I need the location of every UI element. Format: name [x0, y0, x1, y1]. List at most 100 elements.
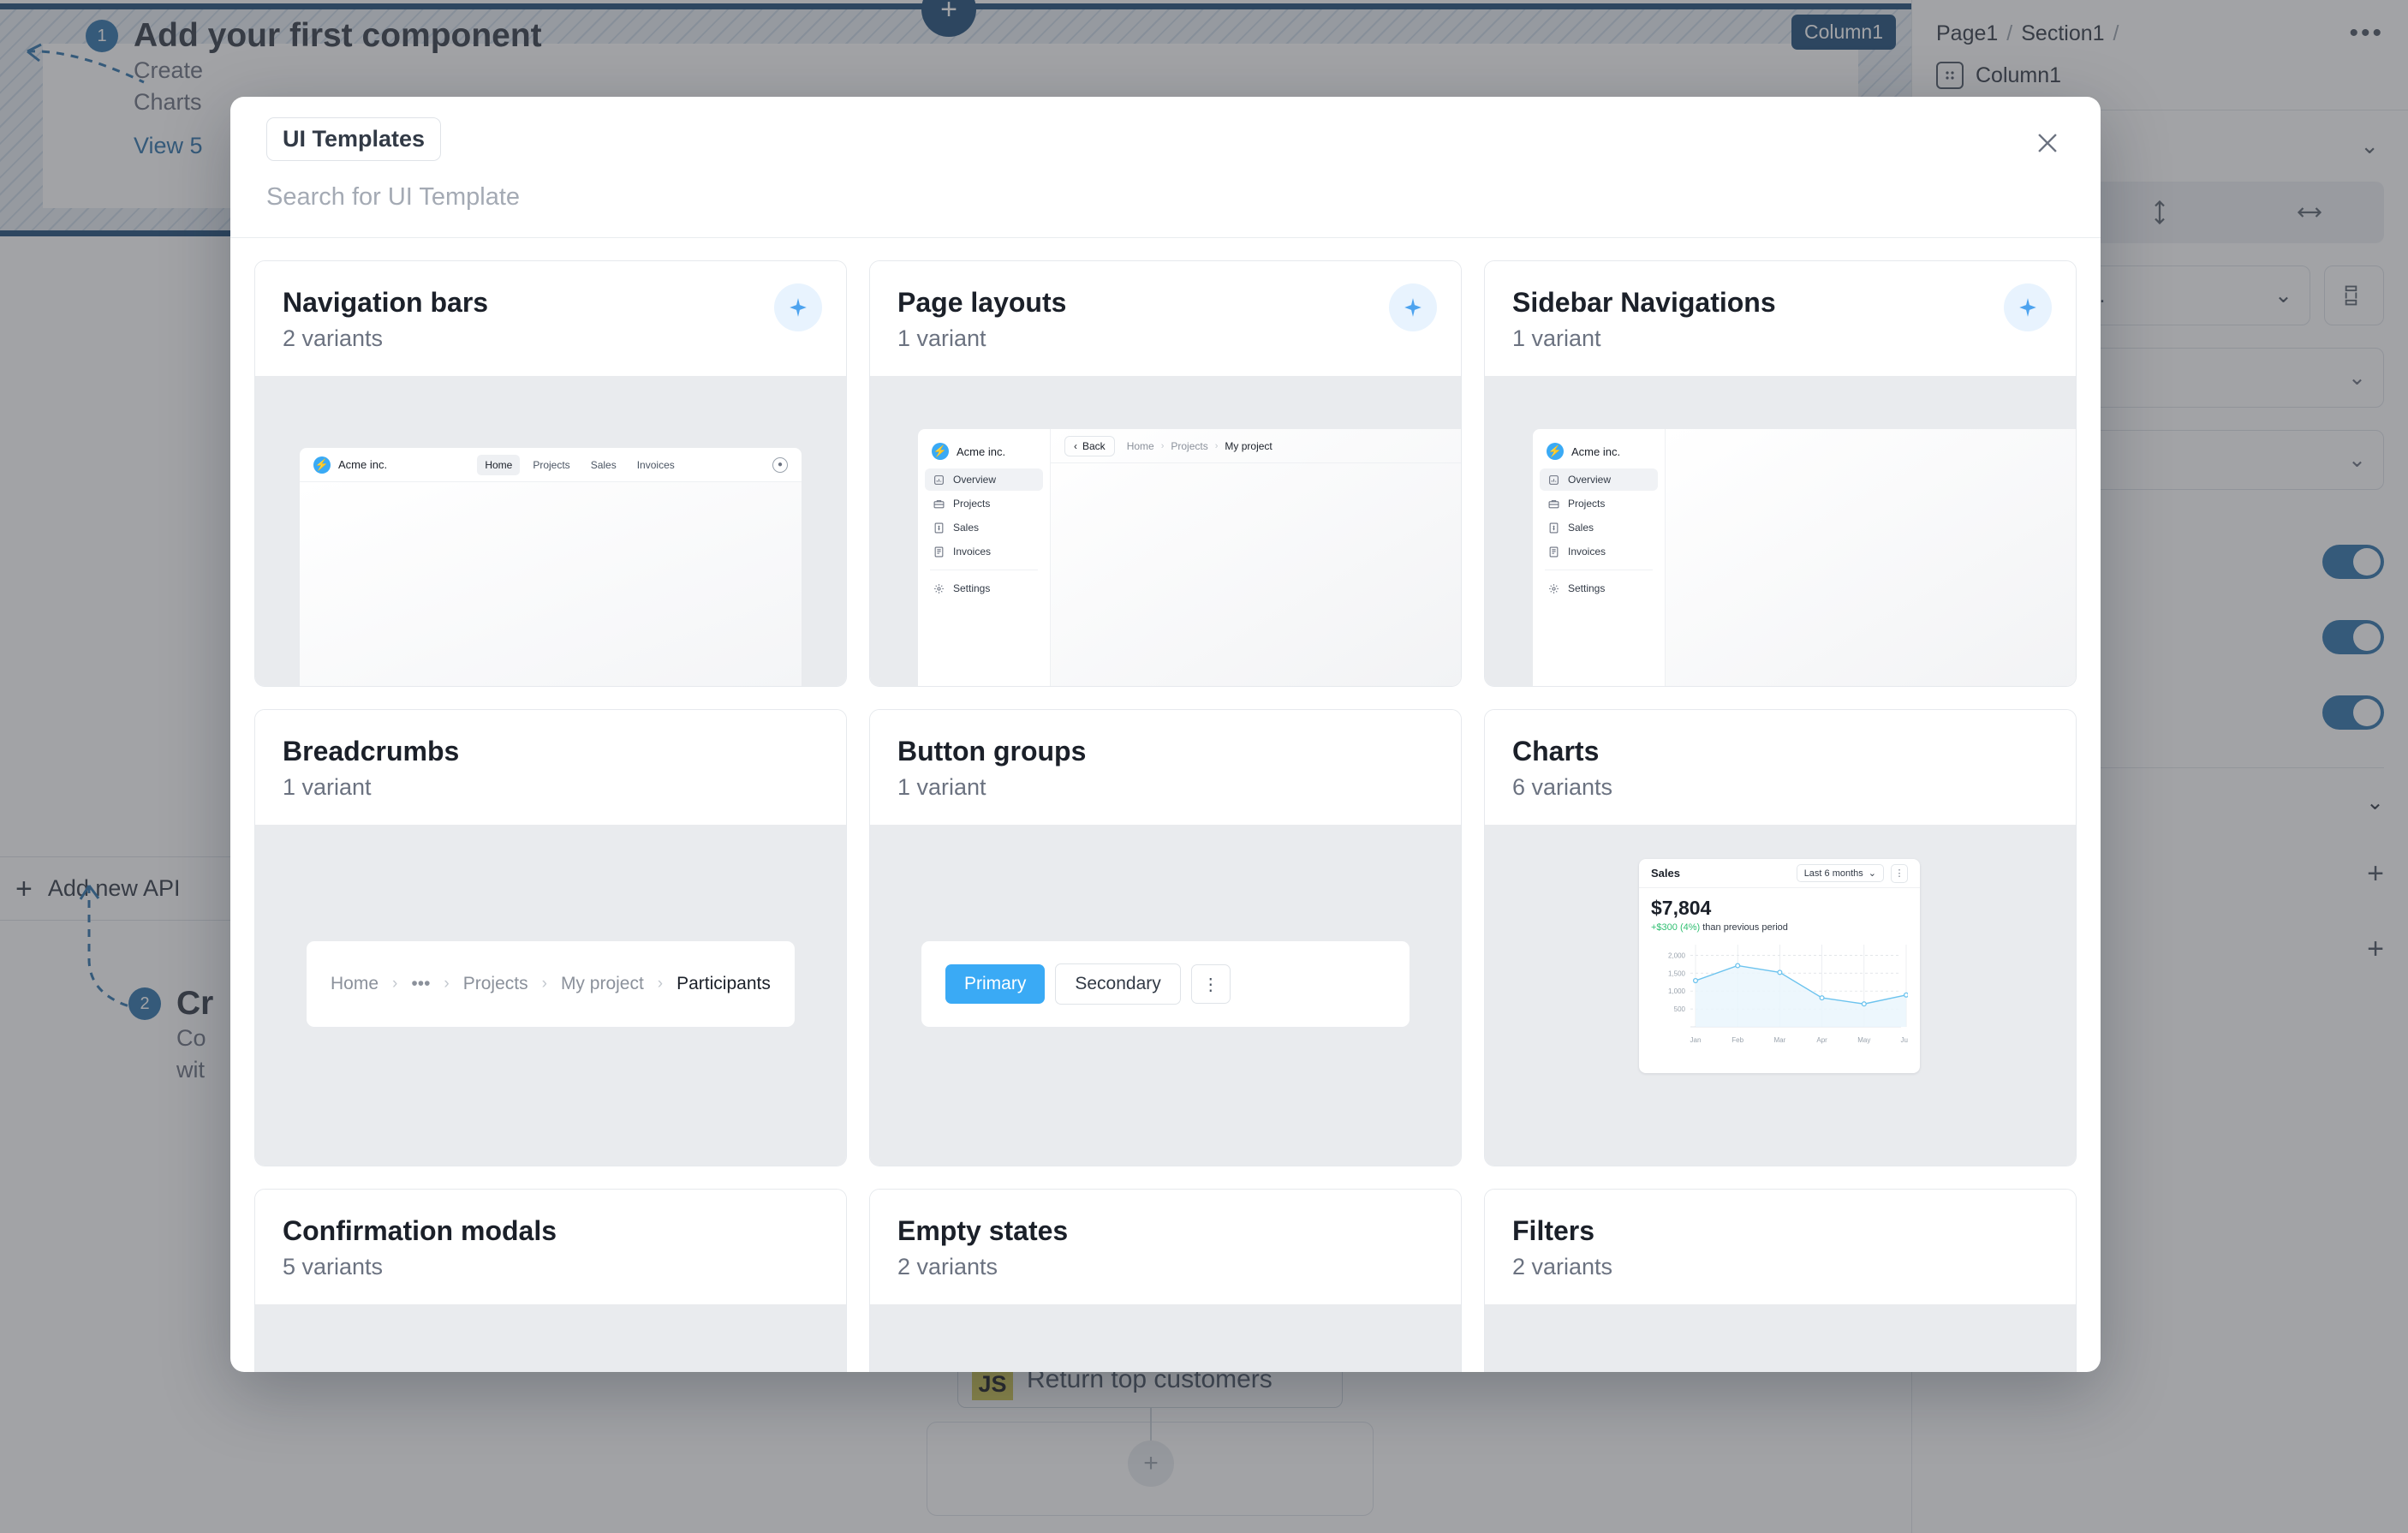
card-title: Button groups: [897, 736, 1433, 767]
sidebar-item-label: Overview: [1568, 474, 1611, 486]
breadcrumb-item-current: Participants: [677, 974, 771, 994]
breadcrumb-item-current: My project: [1225, 440, 1272, 452]
kebab-icon[interactable]: ⋮: [1191, 964, 1231, 1004]
bolt-icon: ⚡: [313, 456, 331, 474]
template-card-navigation-bars[interactable]: Navigation bars 2 variants ⚡: [254, 260, 847, 687]
sidebar-item-invoices[interactable]: Invoices: [925, 540, 1043, 563]
breadcrumb-item-projects[interactable]: Projects: [463, 974, 528, 994]
brand-name: Acme inc.: [338, 458, 387, 471]
chart-header: Sales Last 6 months ⌄ ⋮: [1639, 859, 1920, 888]
sparkle-icon[interactable]: [1389, 283, 1437, 331]
template-card-breadcrumbs[interactable]: Breadcrumbs 1 variant Home › ••• › Proje…: [254, 709, 847, 1166]
nav-link-sales[interactable]: Sales: [583, 455, 624, 475]
templates-scroll-area[interactable]: Navigation bars 2 variants ⚡: [230, 238, 2101, 1372]
navbar-top: ⚡ Acme inc. Home Projects Sales Invoices…: [300, 448, 802, 482]
secondary-button[interactable]: Secondary: [1055, 963, 1180, 1005]
template-card-filters[interactable]: Filters 2 variants: [1484, 1189, 2077, 1372]
brand-name: Acme inc.: [1571, 445, 1620, 458]
search-input[interactable]: [266, 183, 2065, 212]
sidebar-item-settings[interactable]: Settings: [925, 577, 1043, 599]
svg-text:Feb: Feb: [1731, 1036, 1743, 1044]
card-variants: 2 variants: [1512, 1254, 2048, 1280]
chart-body: $7,804 +$300 (4%) than previous period 5…: [1639, 888, 1920, 1057]
card-variants: 1 variant: [1512, 325, 2048, 352]
svg-text:500: 500: [1674, 1005, 1686, 1013]
template-card-empty-states[interactable]: Empty states 2 variants: [869, 1189, 1462, 1372]
chevron-right-icon: ›: [542, 975, 547, 993]
template-card-sidebar-navigations[interactable]: Sidebar Navigations 1 variant: [1484, 260, 2077, 687]
breadcrumb: Home › ••• › Projects › My project › Par…: [331, 974, 771, 994]
sidebar-item-sales[interactable]: Sales: [1540, 516, 1658, 539]
nav-link-home[interactable]: Home: [477, 455, 520, 475]
template-card-button-groups[interactable]: Button groups 1 variant Primary Secondar…: [869, 709, 1462, 1166]
sidebar-item-overview[interactable]: Overview: [925, 468, 1043, 491]
sparkle-icon[interactable]: [2004, 283, 2052, 331]
primary-button[interactable]: Primary: [945, 964, 1045, 1004]
sidebar-item-invoices[interactable]: Invoices: [1540, 540, 1658, 563]
card-header: Button groups 1 variant: [870, 710, 1461, 825]
back-label: Back: [1082, 440, 1106, 452]
line-chart: 5001,0001,5002,000JanFebMarAprMayJun: [1651, 939, 1908, 1053]
sidebar-item-projects[interactable]: Projects: [925, 492, 1043, 515]
sidebar-item-projects[interactable]: Projects: [1540, 492, 1658, 515]
sidebar-item-label: Settings: [953, 582, 990, 594]
template-card-confirmation-modals[interactable]: Confirmation modals 5 variants ! Are you…: [254, 1189, 847, 1372]
card-title: Confirmation modals: [283, 1215, 819, 1247]
chart-delta-text: than previous period: [1700, 922, 1788, 933]
breadcrumb-item-my-project[interactable]: My project: [561, 974, 644, 994]
kebab-icon[interactable]: ⋮: [1891, 864, 1908, 883]
card-header: Sidebar Navigations 1 variant: [1485, 261, 2076, 376]
breadcrumb-item[interactable]: Projects: [1171, 440, 1207, 452]
sidebar-item-overview[interactable]: Overview: [1540, 468, 1658, 491]
chevron-right-icon: ›: [392, 975, 397, 993]
bolt-icon: ⚡: [932, 443, 949, 460]
card-header: Page layouts 1 variant: [870, 261, 1461, 376]
receipt-icon: [933, 522, 945, 534]
close-icon[interactable]: [2025, 121, 2070, 165]
breadcrumb-item-home[interactable]: Home: [331, 974, 378, 994]
svg-text:May: May: [1857, 1036, 1870, 1044]
breadcrumb-overflow-icon[interactable]: •••: [411, 974, 430, 994]
button-group-preview: Primary Secondary ⋮: [921, 941, 1410, 1027]
ui-templates-modal: UI Templates Navigation bars 2 variants: [230, 97, 2101, 1372]
card-variants: 1 variant: [897, 325, 1433, 352]
sidebar-nav-preview: ⚡ Acme inc. Overview: [1533, 429, 2076, 686]
gear-icon: [933, 582, 945, 594]
card-header: Charts 6 variants: [1485, 710, 2076, 825]
card-variants: 1 variant: [283, 774, 819, 801]
tab-ui-templates[interactable]: UI Templates: [266, 117, 441, 161]
card-header: Breadcrumbs 1 variant: [255, 710, 846, 825]
breadcrumb-item[interactable]: Home: [1127, 440, 1154, 452]
modal-header: UI Templates: [230, 97, 2101, 161]
brand: ⚡ Acme inc.: [1540, 438, 1658, 468]
main-area: [1666, 429, 2076, 686]
back-button[interactable]: ‹ Back: [1064, 436, 1115, 456]
card-header: Navigation bars 2 variants: [255, 261, 846, 376]
card-preview: ⚡ Acme inc. Home Projects Sales Invoices…: [255, 376, 846, 686]
template-card-page-layouts[interactable]: Page layouts 1 variant ⚡: [869, 260, 1462, 687]
card-preview: ! Are you sure?: [255, 1304, 846, 1372]
card-header: Empty states 2 variants: [870, 1190, 1461, 1304]
card-preview: ⚡ Acme inc. Overview: [1485, 376, 2076, 686]
user-icon[interactable]: ●: [772, 457, 788, 473]
sidebar-item-label: Projects: [953, 498, 990, 510]
bolt-icon: ⚡: [1547, 443, 1564, 460]
invoice-icon: [1547, 546, 1559, 558]
chart-icon: [933, 474, 945, 486]
card-variants: 2 variants: [283, 325, 819, 352]
gear-icon: [1547, 582, 1559, 594]
sidebar-item-label: Invoices: [1568, 546, 1606, 558]
nav-link-invoices[interactable]: Invoices: [629, 455, 682, 475]
card-preview: [1485, 1304, 2076, 1372]
template-card-charts[interactable]: Charts 6 variants Sales Last 6 months ⌄: [1484, 709, 2077, 1166]
briefcase-icon: [933, 498, 945, 510]
card-title: Filters: [1512, 1215, 2048, 1247]
sparkle-icon[interactable]: [774, 283, 822, 331]
sidebar-item-settings[interactable]: Settings: [1540, 577, 1658, 599]
range-select[interactable]: Last 6 months ⌄: [1797, 864, 1884, 882]
sidebar-item-label: Sales: [1568, 522, 1594, 534]
main-area: ‹ Back Home › Projects › My project: [1051, 429, 1461, 686]
sidebar-item-sales[interactable]: Sales: [925, 516, 1043, 539]
nav-links: Home Projects Sales Invoices: [477, 455, 682, 475]
nav-link-projects[interactable]: Projects: [525, 455, 577, 475]
